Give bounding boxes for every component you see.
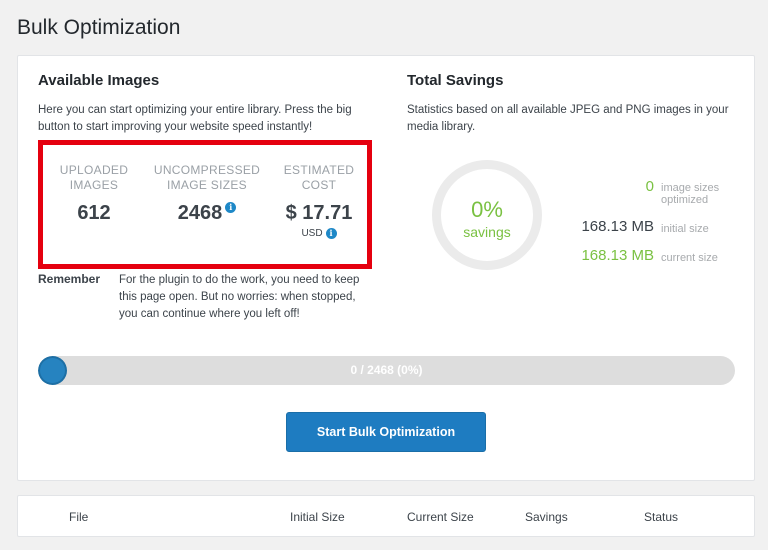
bulk-optimization-panel: Available Images Here you can start opti…	[17, 55, 755, 481]
initial-size-label: initial size	[661, 223, 709, 235]
stat-estimated-label: ESTIMATED COST	[283, 163, 355, 192]
stat-uploaded-value: 612	[77, 202, 111, 224]
page-title: Bulk Optimization	[17, 16, 181, 39]
remember-text: For the plugin to do the work, you need …	[119, 274, 360, 320]
optimization-progress-bar: 0 / 2468 (0%)	[38, 356, 735, 385]
info-icon[interactable]: i	[325, 228, 337, 239]
column-file: File	[69, 510, 89, 524]
stat-uploaded-images: UPLOADED IMAGES 612	[49, 163, 139, 225]
savings-ring: 0% savings	[432, 160, 542, 270]
column-initial-size: Initial Size	[290, 510, 345, 524]
stat-uploaded-label: UPLOADED IMAGES	[59, 163, 129, 192]
stat-uncompressed-value: 2468	[177, 202, 223, 224]
optimized-label: image sizes optimized	[661, 182, 720, 206]
current-size-value: 168.13 MB	[581, 247, 654, 264]
info-icon[interactable]: i	[225, 202, 237, 213]
initial-size-value: 168.13 MB	[581, 218, 654, 235]
progress-text: 0 / 2468 (0%)	[350, 363, 423, 377]
results-table-header: File Initial Size Current Size Savings S…	[17, 495, 755, 537]
column-status: Status	[644, 510, 679, 524]
total-savings-title: Total Savings	[407, 72, 504, 89]
stat-uncompressed-label: UNCOMPRESSED IMAGE SIZES	[153, 163, 261, 192]
currency-label: USD	[301, 228, 323, 239]
savings-label: savings	[463, 224, 511, 240]
stat-estimated-value: $ 17.71	[285, 202, 353, 224]
remember-label: Remember	[38, 272, 101, 286]
column-current-size: Current Size	[407, 510, 474, 524]
stat-estimated-cost: ESTIMATED COST $ 17.71 USD i	[275, 163, 363, 239]
total-savings-description: Statistics based on all available JPEG a…	[407, 104, 729, 133]
stat-uncompressed-sizes: UNCOMPRESSED IMAGE SIZES 2468 i	[151, 163, 263, 225]
savings-percent: 0%	[471, 197, 503, 222]
current-size-label: current size	[661, 252, 718, 264]
image-stats-highlight-box: UPLOADED IMAGES 612 UNCOMPRESSED IMAGE S…	[38, 140, 372, 269]
available-images-description: Here you can start optimizing your entir…	[38, 104, 352, 133]
optimized-count: 0	[645, 178, 654, 195]
available-images-title: Available Images	[38, 72, 160, 89]
start-bulk-optimization-button[interactable]: Start Bulk Optimization	[286, 412, 486, 452]
column-savings: Savings	[525, 510, 568, 524]
